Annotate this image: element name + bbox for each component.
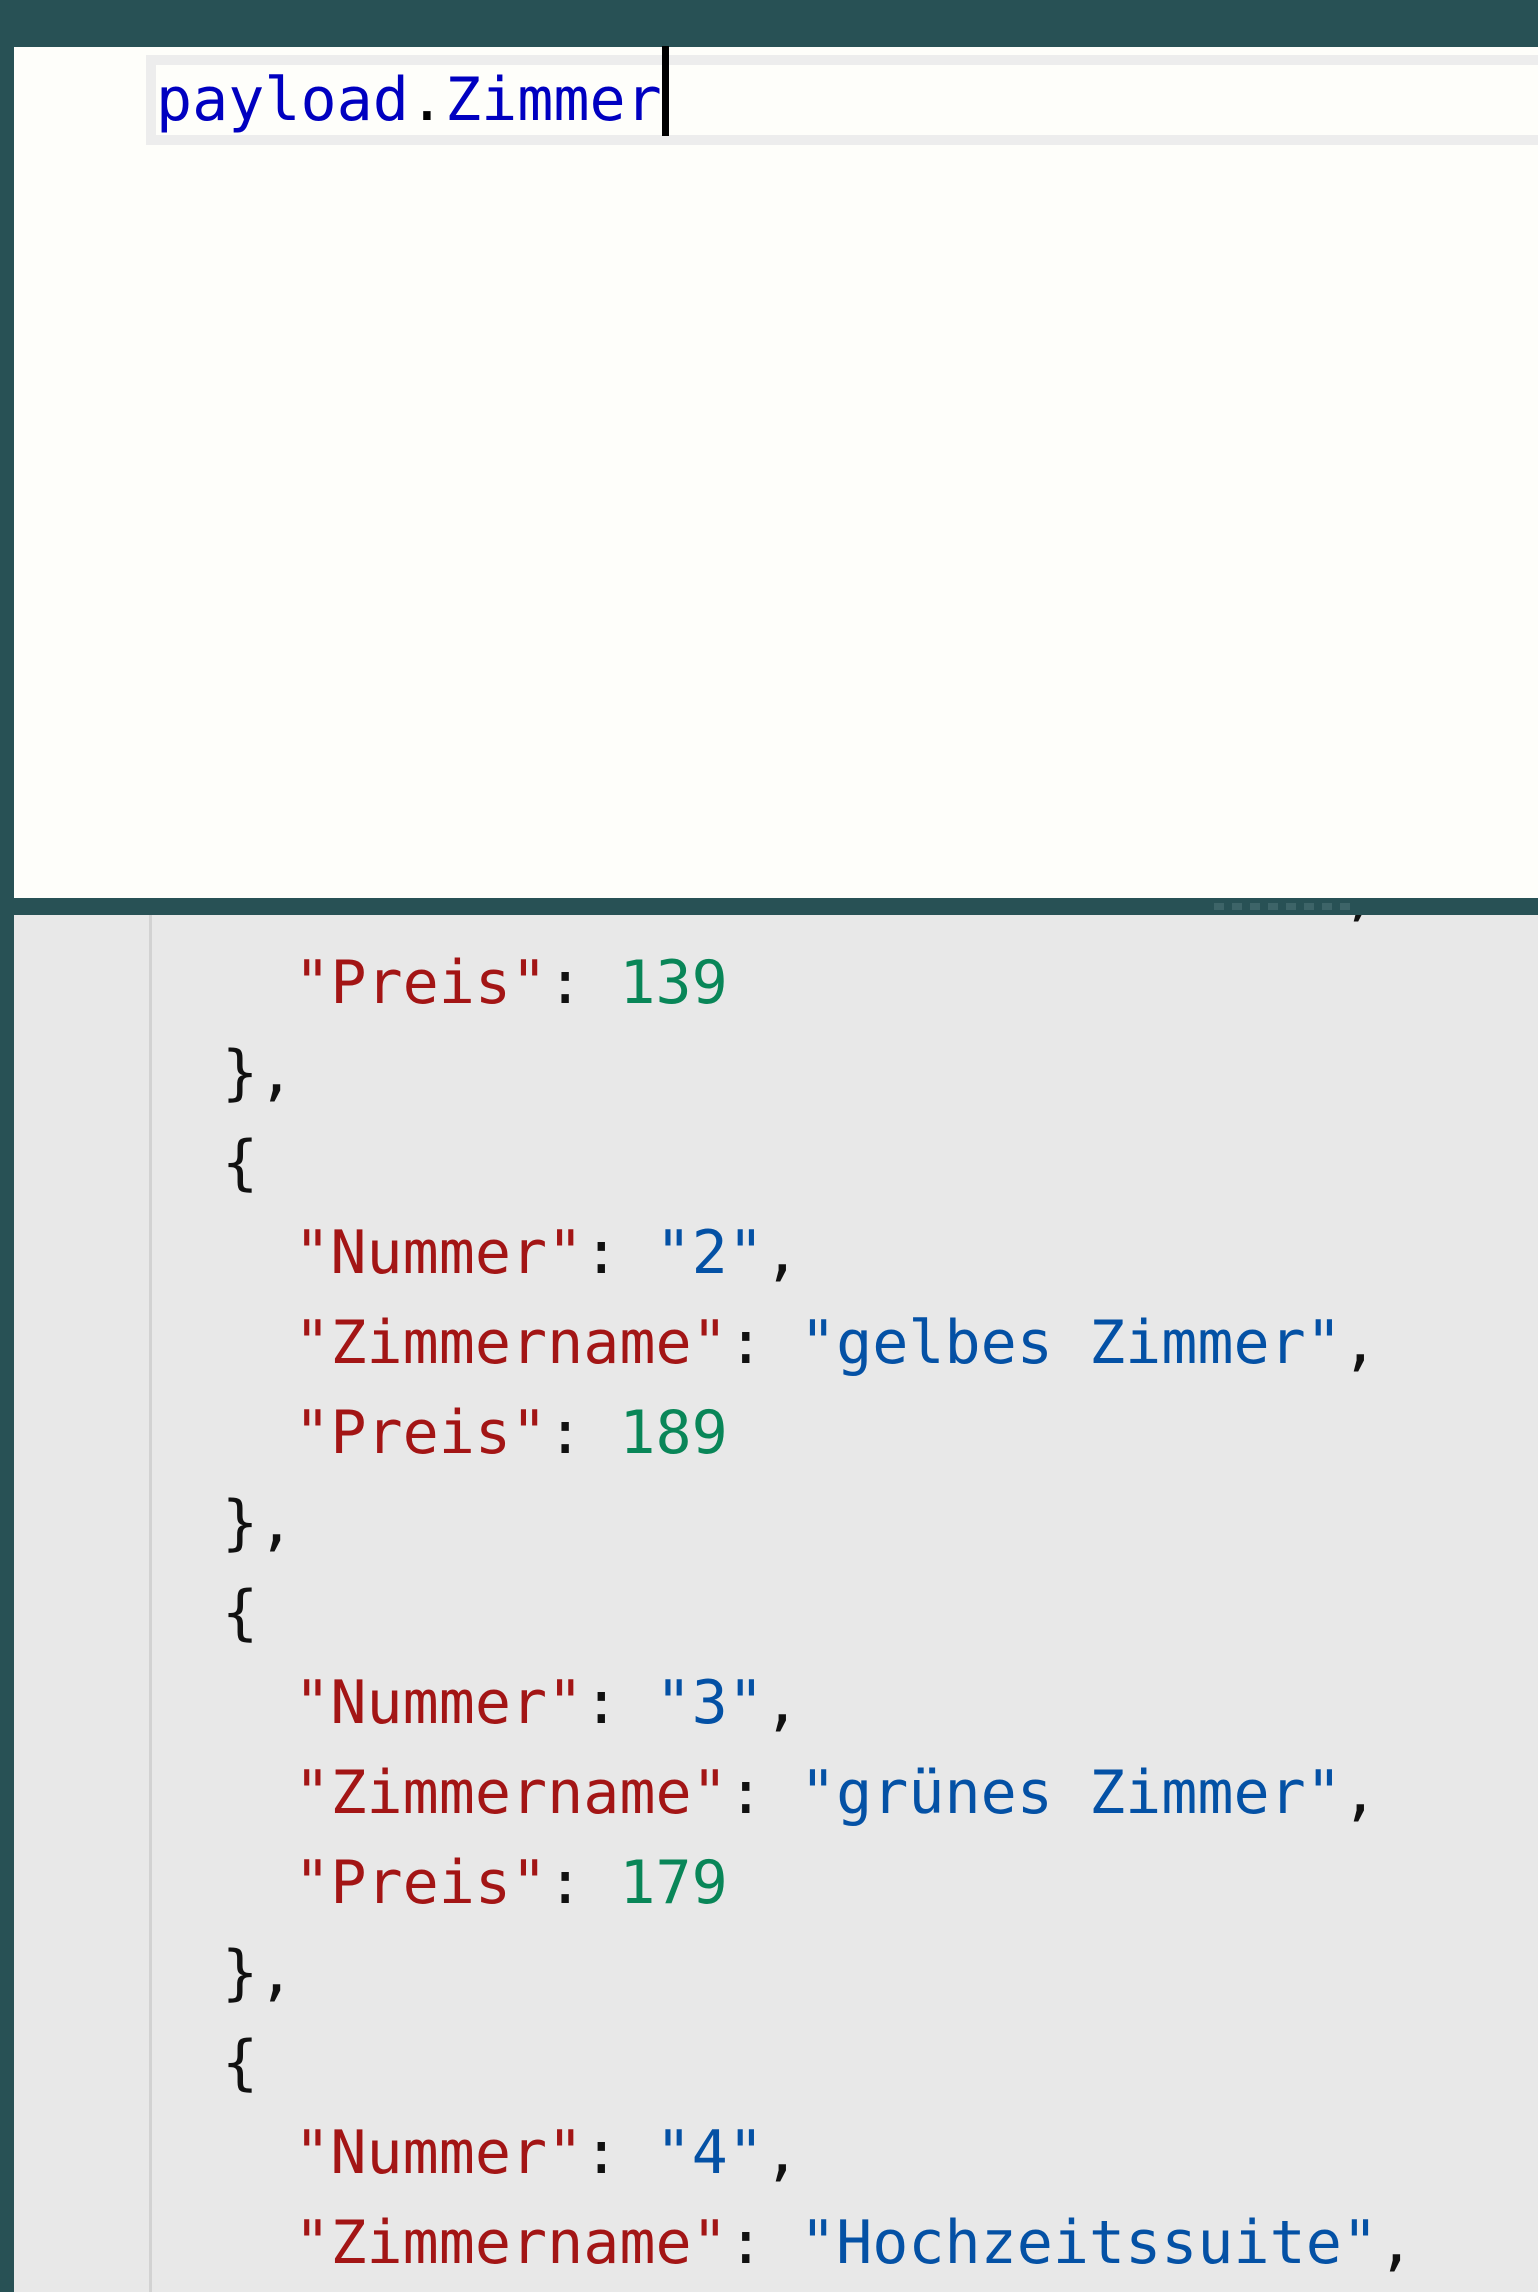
expression-object: payload xyxy=(156,65,409,135)
expression-separator: . xyxy=(408,65,445,135)
json-brace: { xyxy=(222,1578,259,1648)
json-key: "Nummer" xyxy=(294,2118,584,2188)
json-comma: , xyxy=(1342,915,1378,928)
json-value: "4" xyxy=(655,2118,764,2188)
json-key: "Preis" xyxy=(294,1848,548,1918)
json-line: { xyxy=(222,2018,1414,2108)
json-value: 139 xyxy=(619,948,728,1018)
json-key: "Preis" xyxy=(294,948,548,1018)
json-value: "3" xyxy=(655,1668,764,1738)
json-line: { xyxy=(222,1568,1414,1658)
json-value: "gelbes Zimmer" xyxy=(799,1308,1342,1378)
text-caret xyxy=(661,46,669,137)
json-comma: , xyxy=(1377,2208,1415,2278)
json-brace: { xyxy=(222,1128,259,1198)
json-lines: "Zimmername": "blaues Zimmer", "Preis": … xyxy=(222,915,1414,2288)
json-line: }, xyxy=(222,1478,1414,1568)
json-key: "Nummer" xyxy=(294,1668,584,1738)
gutter-line xyxy=(149,915,152,2292)
json-key: "Nummer" xyxy=(294,1218,584,1288)
json-key: "Zimmername" xyxy=(294,915,727,928)
left-border xyxy=(0,47,14,2292)
expression-property: Zimmer xyxy=(445,65,662,135)
json-comma: , xyxy=(763,2118,800,2188)
json-comma: , xyxy=(763,1668,800,1738)
json-line: "Nummer": "2", xyxy=(294,1218,800,1288)
json-key: "Zimmername" xyxy=(294,1308,728,1378)
json-brace: }, xyxy=(222,1488,295,1558)
json-comma: , xyxy=(1341,1308,1378,1378)
expression-input[interactable]: payload.Zimmer xyxy=(146,46,1538,145)
json-line: }, xyxy=(222,1928,1414,2018)
json-line: "Preis": 179 xyxy=(294,1848,728,1918)
json-key: "Zimmername" xyxy=(294,1758,728,1828)
json-brace: { xyxy=(222,2028,259,2098)
json-value: "2" xyxy=(655,1218,764,1288)
json-key: "Zimmername" xyxy=(294,2208,728,2278)
json-brace: }, xyxy=(222,1938,295,2008)
json-line: "Zimmername": "Hochzeitssuite", xyxy=(294,2208,1415,2278)
json-line: { xyxy=(222,1118,1414,1208)
resize-grip-icon[interactable] xyxy=(1214,903,1354,910)
top-bar xyxy=(0,0,1538,47)
json-line: "Zimmername": "gelbes Zimmer", xyxy=(294,1308,1378,1378)
json-key: "Preis" xyxy=(294,1398,548,1468)
panel-resize-border[interactable] xyxy=(14,898,1538,915)
json-line: "Preis": 139 xyxy=(294,948,728,1018)
json-line: "Nummer": "3", xyxy=(294,1668,800,1738)
json-comma: , xyxy=(1341,1758,1378,1828)
json-comma: , xyxy=(763,1218,800,1288)
json-preview: "Zimmername": "blaues Zimmer", "Preis": … xyxy=(14,915,1538,2292)
json-value: "blaues Zimmer" xyxy=(800,915,1342,928)
json-line: "Zimmername": "blaues Zimmer", xyxy=(222,915,1414,938)
json-value: "Hochzeitssuite" xyxy=(799,2208,1378,2278)
expression-editor-panel: payload.Zimmer xyxy=(14,46,1538,898)
json-line: "Preis": 189 xyxy=(294,1398,728,1468)
json-value: "grünes Zimmer" xyxy=(799,1758,1342,1828)
json-value: 189 xyxy=(619,1398,728,1468)
json-line: "Nummer": "4", xyxy=(294,2118,800,2188)
json-line: }, xyxy=(222,1028,1414,1118)
json-brace: }, xyxy=(222,1038,295,1108)
json-line: "Zimmername": "grünes Zimmer", xyxy=(294,1758,1378,1828)
json-value: 179 xyxy=(619,1848,728,1918)
